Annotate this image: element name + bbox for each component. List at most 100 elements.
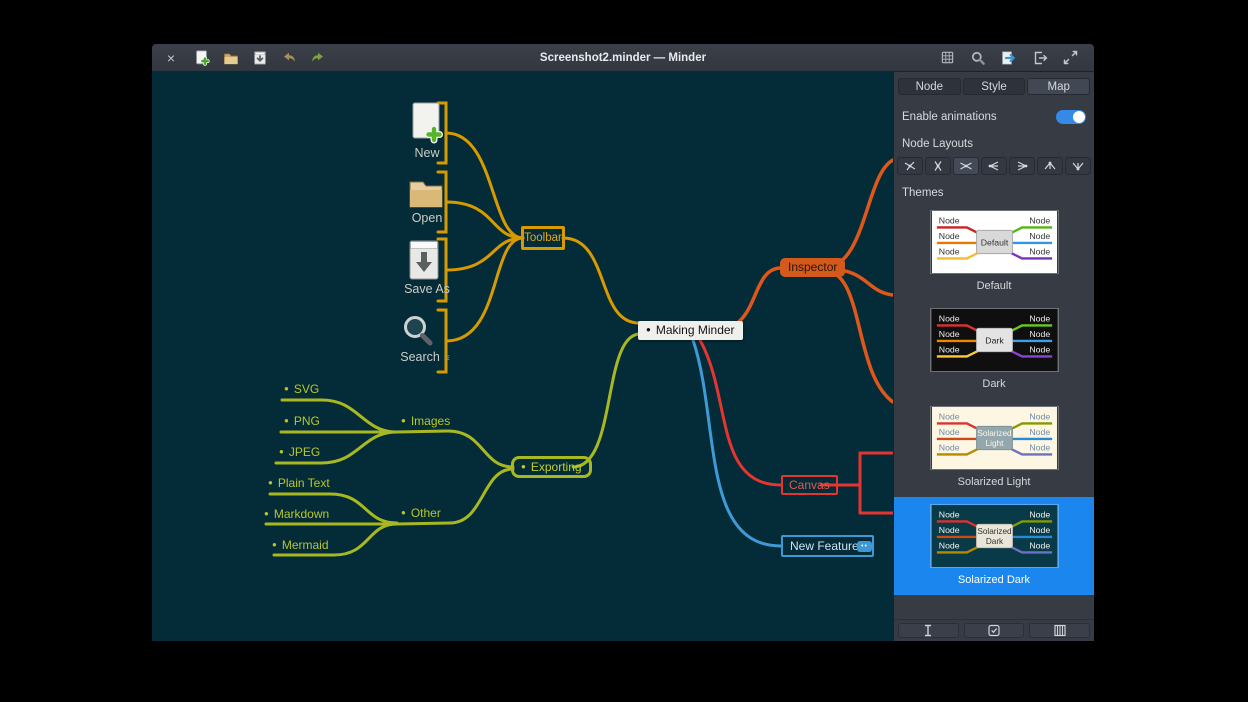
layout-to-left-icon <box>1014 160 1030 172</box>
open-button[interactable] <box>221 46 241 70</box>
theme-item-default[interactable]: DefaultNodeNodeNodeNodeNodeNodeDefault <box>894 203 1094 301</box>
toolbar-right-group <box>938 46 1080 70</box>
layout-vertical-button[interactable] <box>925 157 951 175</box>
svg-text:Node: Node <box>938 541 959 551</box>
theme-preview: DefaultNodeNodeNodeNodeNodeNode <box>930 210 1059 274</box>
svg-text:Node: Node <box>938 329 959 339</box>
collapsed-children-indicator[interactable]: •• <box>857 541 872 552</box>
node-open[interactable]: Open <box>402 211 452 225</box>
node-bullet: ● <box>284 417 289 425</box>
node-label: Canvas <box>789 478 830 492</box>
undo-button[interactable] <box>279 46 299 70</box>
redo-button[interactable] <box>308 46 328 70</box>
layout-horizontal-icon <box>958 160 974 172</box>
map-sidebar: Node Style Map Enable animations Node La… <box>893 72 1094 641</box>
fullscreen-button[interactable] <box>1061 46 1080 70</box>
columns-tool-button[interactable] <box>1029 623 1090 638</box>
node-other[interactable]: ● Other <box>401 506 441 520</box>
svg-text:Node: Node <box>938 345 959 355</box>
search-icon <box>401 314 435 348</box>
zoom-button[interactable] <box>968 46 988 70</box>
tab-node[interactable]: Node <box>898 78 961 95</box>
theme-item-solarized-light[interactable]: SolarizedLightNodeNodeNodeNodeNodeNodeSo… <box>894 399 1094 497</box>
layout-to-left-button[interactable] <box>1009 157 1035 175</box>
layout-to-right-icon <box>986 160 1002 172</box>
svg-text:Node: Node <box>938 314 959 324</box>
node-toolbar[interactable]: Toolbar <box>521 226 565 250</box>
node-svg[interactable]: ● SVG <box>284 382 319 396</box>
node-inspector[interactable]: Inspector <box>780 258 845 277</box>
minder-window: × <box>152 44 1094 641</box>
sidebar-tabs: Node Style Map <box>894 72 1094 95</box>
svg-text:Node: Node <box>1029 345 1050 355</box>
document-new-icon <box>194 50 210 66</box>
layout-upward-icon <box>1070 160 1086 172</box>
node-label: New Features <box>790 539 865 553</box>
svg-text:Node: Node <box>1029 412 1050 422</box>
folder-open-icon <box>408 177 444 209</box>
svg-text:Node: Node <box>1029 231 1050 241</box>
toolbar-left-group <box>192 46 328 70</box>
node-mermaid[interactable]: ● Mermaid <box>272 538 329 552</box>
tab-map[interactable]: Map <box>1027 78 1090 95</box>
layout-downward-button[interactable] <box>1037 157 1063 175</box>
node-layouts-buttons <box>894 157 1094 175</box>
node-bullet: ● <box>268 479 273 487</box>
node-jpeg[interactable]: ● JPEG <box>279 445 320 459</box>
node-new-icon[interactable] <box>410 102 444 151</box>
node-images[interactable]: ● Images <box>401 414 450 428</box>
export-image-button[interactable] <box>938 46 957 70</box>
save-as-button[interactable] <box>250 46 270 70</box>
layout-horizontal-button[interactable] <box>953 157 979 175</box>
svg-text:Node: Node <box>938 510 959 520</box>
close-button[interactable]: × <box>162 46 180 70</box>
layout-manual-button[interactable] <box>897 157 923 175</box>
mindmap-canvas[interactable]: New Open Save As <box>152 72 893 641</box>
svg-text:Node: Node <box>938 443 959 453</box>
node-markdown[interactable]: ● Markdown <box>264 507 329 521</box>
node-canvas[interactable]: Canvas <box>781 475 838 495</box>
svg-text:Node: Node <box>938 427 959 437</box>
enable-animations-toggle[interactable] <box>1056 110 1086 124</box>
layout-downward-icon <box>1042 160 1058 172</box>
node-save-as[interactable]: Save As <box>395 282 459 296</box>
node-label: Plain Text <box>278 476 330 490</box>
node-making-minder[interactable]: ● Making Minder <box>638 321 743 340</box>
theme-item-dark[interactable]: DarkNodeNodeNodeNodeNodeNodeDark <box>894 301 1094 399</box>
redo-icon <box>310 50 326 66</box>
node-search-icon[interactable] <box>401 314 435 353</box>
enable-animations-label: Enable animations <box>902 111 997 123</box>
node-bullet: ● <box>272 541 277 549</box>
layout-upward-button[interactable] <box>1065 157 1091 175</box>
text-tool-button[interactable] <box>898 623 959 638</box>
export-button[interactable] <box>999 46 1019 70</box>
svg-text:Node: Node <box>1029 247 1050 257</box>
note-indicator-icon: ≡ <box>444 353 450 364</box>
new-document-button[interactable] <box>192 46 212 70</box>
quit-button[interactable] <box>1030 46 1050 70</box>
node-bullet: ● <box>279 448 284 456</box>
node-label: JPEG <box>289 445 320 459</box>
folder-open-icon <box>223 50 239 66</box>
node-search[interactable]: Search≡ <box>392 350 458 364</box>
document-save-as-icon <box>252 50 268 66</box>
svg-text:Node: Node <box>1029 427 1050 437</box>
node-save-as-icon[interactable] <box>408 238 440 287</box>
layout-to-right-button[interactable] <box>981 157 1007 175</box>
node-label: Inspector <box>788 260 837 274</box>
node-exporting[interactable]: ● Exporting <box>511 456 592 478</box>
layout-vertical-icon <box>930 160 946 172</box>
sidebar-bottom-bar <box>894 619 1094 641</box>
node-png[interactable]: ● PNG <box>284 414 320 428</box>
i-beam-icon <box>921 624 935 637</box>
node-open-icon[interactable] <box>408 177 444 214</box>
node-bullet: ● <box>284 385 289 393</box>
node-bullet: ● <box>401 509 406 517</box>
tab-style[interactable]: Style <box>963 78 1026 95</box>
resize-diagonal-icon <box>1063 50 1078 65</box>
node-plain-text[interactable]: ● Plain Text <box>268 476 330 490</box>
node-new[interactable]: New <box>402 146 452 160</box>
theme-item-solarized-dark[interactable]: SolarizedDarkNodeNodeNodeNodeNodeNodeSol… <box>894 497 1094 595</box>
theme-preview: DarkNodeNodeNodeNodeNodeNode <box>930 308 1059 372</box>
tasks-tool-button[interactable] <box>964 623 1025 638</box>
